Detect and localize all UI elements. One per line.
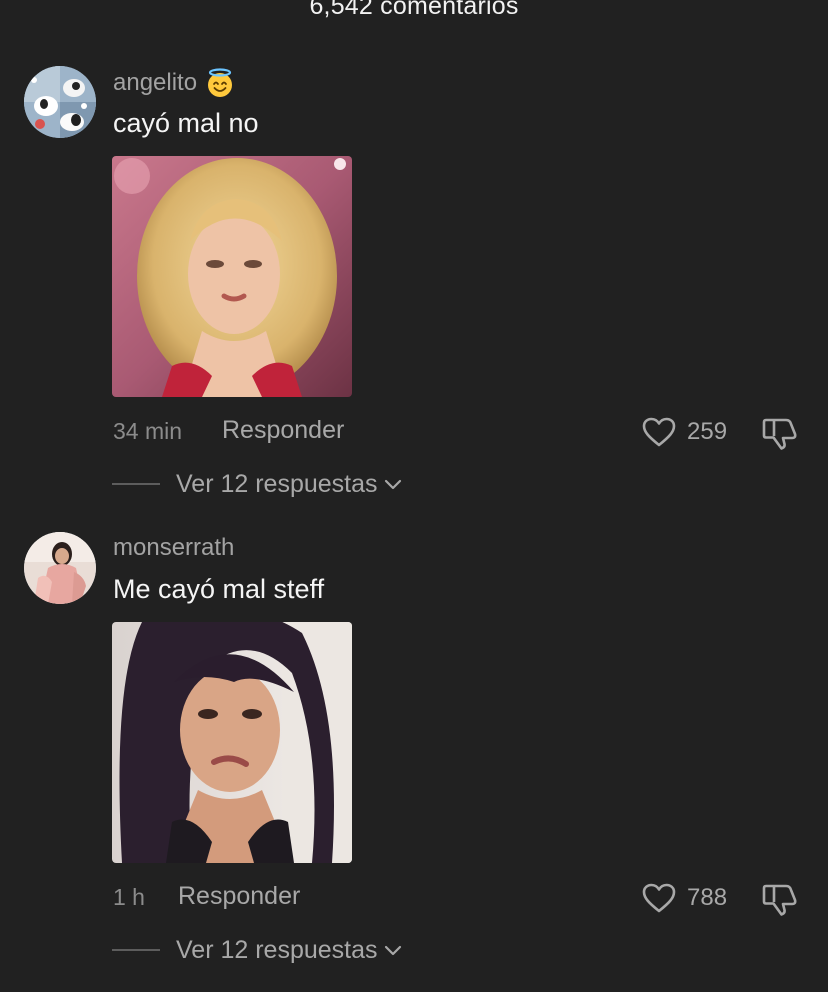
comment-actions: 34 min Responder 259: [0, 414, 828, 450]
dislike-button[interactable]: [762, 416, 798, 455]
heart-icon: [642, 417, 676, 447]
heart-icon: [642, 883, 676, 913]
comment-image[interactable]: [112, 622, 352, 863]
avatar[interactable]: [24, 532, 96, 604]
avatar-image: [24, 532, 96, 604]
replies-divider: [112, 949, 160, 951]
view-replies-button[interactable]: Ver 12 respuestas: [112, 467, 402, 501]
smiling-face-with-halo-icon: [205, 68, 235, 98]
like-count: 788: [687, 884, 728, 911]
chevron-down-icon: [384, 945, 401, 956]
like-button[interactable]: 788: [641, 880, 727, 916]
thumbs-down-icon: [762, 884, 797, 916]
comment-actions: 1 h Responder 788: [0, 880, 828, 916]
dislike-button[interactable]: [762, 882, 798, 921]
like-count: 259: [687, 418, 728, 445]
chevron-down-icon: [384, 479, 401, 490]
view-replies-label: Ver 12 respuestas: [176, 935, 378, 964]
thumbs-down-icon: [762, 418, 797, 450]
comment-timestamp: 1 h: [113, 884, 145, 910]
replies-divider: [112, 483, 160, 485]
avatar-image: [24, 66, 96, 138]
comment-username-row[interactable]: angelito: [113, 68, 235, 98]
view-replies-label: Ver 12 respuestas: [176, 469, 378, 498]
comment-username[interactable]: monserrath: [113, 534, 234, 562]
comment-username-row[interactable]: monserrath: [113, 534, 234, 562]
comments-screen: 6,542 comentarios angelito cayó mal no 3…: [0, 0, 828, 992]
comment-username[interactable]: angelito: [113, 69, 197, 97]
comment-timestamp: 34 min: [113, 418, 183, 444]
comment-text: Me cayó mal steff: [113, 574, 325, 604]
comment-count-header: 6,542 comentarios: [309, 0, 519, 20]
like-button[interactable]: 259: [641, 414, 727, 450]
view-replies-button[interactable]: Ver 12 respuestas: [112, 933, 402, 967]
comment-image[interactable]: [112, 156, 352, 397]
reply-button[interactable]: Responder: [222, 416, 344, 445]
reply-button[interactable]: Responder: [178, 882, 300, 911]
comment-text: cayó mal no: [113, 108, 259, 138]
avatar[interactable]: [24, 66, 96, 138]
